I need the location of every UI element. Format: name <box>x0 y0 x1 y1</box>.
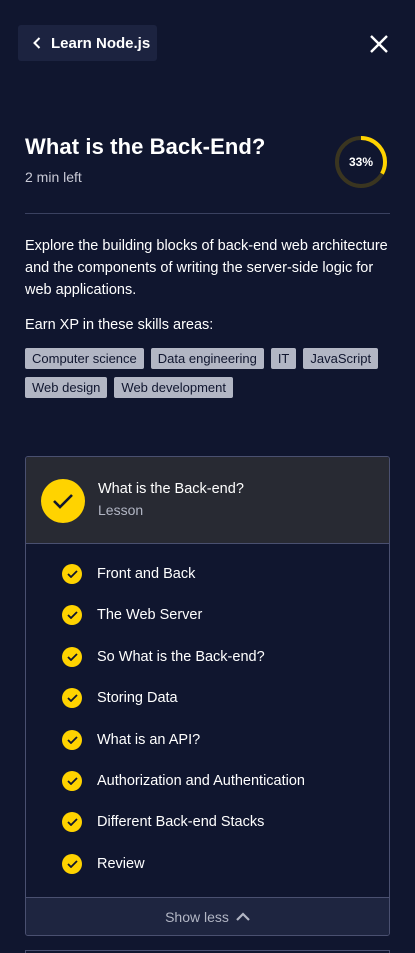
list-item[interactable]: Front and Back <box>62 564 195 584</box>
skill-tag: Web development <box>114 377 233 398</box>
course-description: Explore the building blocks of back-end … <box>25 238 388 298</box>
list-item[interactable]: The Web Server <box>62 605 202 625</box>
list-item-label: Different Back-end Stacks <box>97 814 265 830</box>
lesson-title: What is the Back-end? <box>98 481 244 497</box>
lesson-type: Lesson <box>98 502 144 518</box>
list-item-label: Authorization and Authentication <box>97 773 305 789</box>
checkmark-icon <box>53 494 73 509</box>
list-item[interactable]: Authorization and Authentication <box>62 771 305 791</box>
skill-tag: IT <box>270 348 297 369</box>
check-icon <box>62 605 82 625</box>
check-icon <box>62 647 82 667</box>
skill-tag: Computer science <box>25 348 144 369</box>
lesson-complete-check-icon <box>41 479 85 523</box>
skill-tags: Computer science Data engineering IT Jav… <box>25 348 395 398</box>
list-item[interactable]: Review <box>62 854 145 874</box>
list-item[interactable]: Different Back-end Stacks <box>62 812 264 832</box>
skill-tag: JavaScript <box>303 348 379 369</box>
progress-percentage: 33% <box>348 155 374 169</box>
show-less-label: Show less <box>165 908 229 925</box>
lesson-header[interactable]: What is the Back-end? Lesson <box>26 457 389 544</box>
close-button[interactable] <box>366 31 392 57</box>
check-icon <box>62 564 82 584</box>
list-item-label: Front and Back <box>97 566 196 582</box>
close-icon <box>370 35 388 53</box>
back-button[interactable]: Learn Node.js <box>18 25 157 61</box>
chevron-up-icon <box>236 912 250 921</box>
list-item-label: The Web Server <box>97 607 203 623</box>
skills-label: Earn XP in these skills areas: <box>25 317 214 333</box>
list-item-label: Storing Data <box>97 690 178 706</box>
list-item-label: So What is the Back-end? <box>97 649 265 665</box>
list-item-label: Review <box>97 856 145 872</box>
time-left: 2 min left <box>25 169 82 185</box>
list-item[interactable]: Storing Data <box>62 688 178 708</box>
chevron-left-icon <box>33 37 41 49</box>
check-icon <box>62 730 82 750</box>
check-icon <box>62 771 82 791</box>
check-icon <box>62 854 82 874</box>
page-title: What is the Back-End? <box>25 134 266 159</box>
show-less-button[interactable]: Show less <box>26 897 389 935</box>
skill-tag: Web design <box>25 377 108 398</box>
skill-tag: Data engineering <box>150 348 264 369</box>
check-icon <box>62 812 82 832</box>
list-item-label: What is an API? <box>97 732 201 748</box>
back-button-label: Learn Node.js <box>51 34 151 52</box>
lesson-card: What is the Back-end? Lesson Front and B… <box>25 456 390 936</box>
list-item[interactable]: So What is the Back-end? <box>62 647 265 667</box>
list-item[interactable]: What is an API? <box>62 730 200 750</box>
divider <box>25 213 390 214</box>
check-icon <box>62 688 82 708</box>
